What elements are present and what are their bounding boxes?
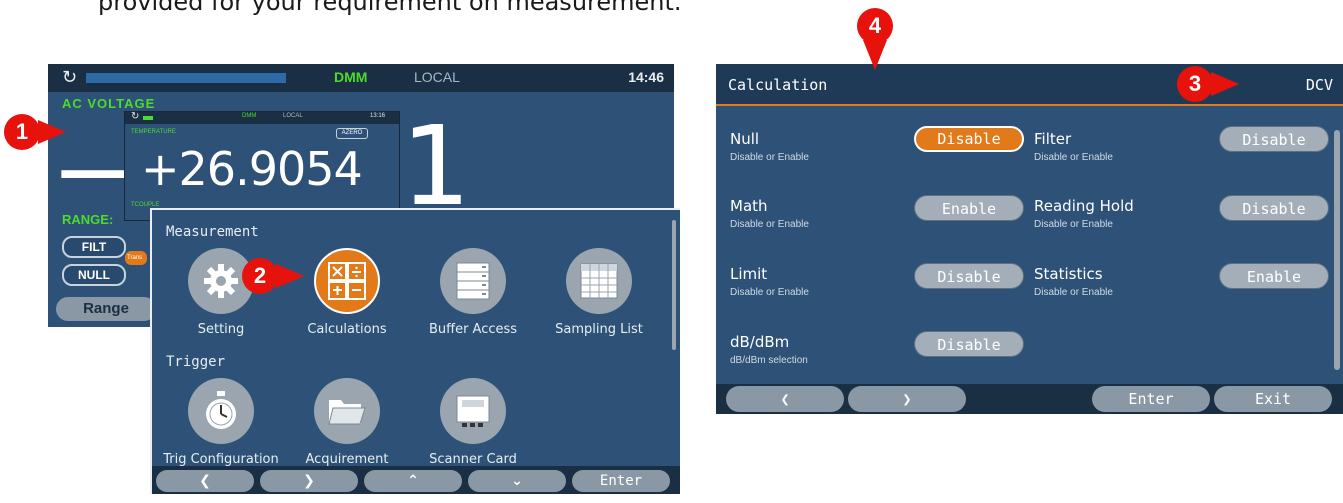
menu-item-label: Scanner Card bbox=[429, 452, 517, 467]
exit-button[interactable]: Exit bbox=[1214, 386, 1332, 412]
inset-temperature-screen: ↻ DMM LOCAL 13:16 TEMPERATURE AZERO +26.… bbox=[124, 111, 400, 221]
function-indicator: DCV bbox=[1305, 76, 1333, 94]
dmm-status-bar: ↻ DMM LOCAL 14:46 bbox=[48, 64, 674, 92]
azero-badge: AZERO bbox=[336, 128, 368, 139]
location-label: LOCAL bbox=[414, 69, 460, 85]
trans-tab[interactable]: Trans bbox=[125, 251, 147, 265]
db-dbm-desc: dB/dBm selection bbox=[730, 355, 808, 366]
menu-item-label: Sampling List bbox=[555, 322, 643, 337]
refresh-icon: ↻ bbox=[131, 111, 140, 122]
db-dbm-toggle-button[interactable]: Disable bbox=[914, 331, 1024, 357]
math-toggle-button[interactable]: Enable bbox=[914, 195, 1024, 221]
db-dbm-label: dB/dBm bbox=[730, 333, 790, 351]
math-desc: Disable or Enable bbox=[730, 219, 809, 230]
grid-icon bbox=[566, 248, 632, 314]
menu-item-label: Trig Configuration bbox=[163, 452, 279, 467]
menu-item-label: Acquirement bbox=[305, 452, 389, 467]
refresh-icon[interactable]: ↻ bbox=[62, 67, 77, 88]
filter-label: Filter bbox=[1034, 130, 1072, 148]
progress-bar bbox=[143, 116, 153, 120]
temperature-reading: +26.9054 bbox=[141, 142, 363, 196]
reading-hold-toggle-button[interactable]: Disable bbox=[1219, 195, 1329, 221]
range-button[interactable]: Range bbox=[56, 297, 156, 321]
callout-pointer-1 bbox=[38, 120, 66, 144]
statistics-label: Statistics bbox=[1034, 265, 1103, 283]
right-arrow-button[interactable]: ❯ bbox=[260, 470, 358, 492]
enter-button[interactable]: Enter bbox=[1092, 386, 1210, 412]
callout-marker-2: 2 bbox=[242, 258, 278, 294]
menu-item-sampling-list[interactable]: Sampling List bbox=[540, 248, 658, 337]
main-menu: Measurement Setting Calculations Buffer … bbox=[150, 208, 680, 494]
null-toggle-button[interactable]: Disable bbox=[914, 126, 1024, 152]
statistics-toggle-button[interactable]: Enable bbox=[1219, 263, 1329, 289]
menu-item-label: Calculations bbox=[307, 322, 387, 337]
up-arrow-button[interactable]: ⌃ bbox=[364, 470, 462, 492]
filt-button[interactable]: FILT bbox=[62, 236, 126, 258]
location-label: LOCAL bbox=[283, 113, 303, 119]
null-button[interactable]: NULL bbox=[62, 264, 126, 286]
reading-hold-label: Reading Hold bbox=[1034, 197, 1134, 215]
filter-toggle-button[interactable]: Disable bbox=[1219, 126, 1329, 152]
menu-item-trig-configuration[interactable]: Trig Configuration bbox=[162, 378, 280, 467]
progress-bar bbox=[86, 73, 286, 83]
limit-label: Limit bbox=[730, 265, 768, 283]
callout-marker-3: 3 bbox=[1177, 66, 1213, 102]
next-button[interactable]: ❯ bbox=[848, 386, 966, 412]
range-label: RANGE: bbox=[62, 212, 114, 227]
menu-scrollbar[interactable] bbox=[672, 220, 676, 350]
mode-label: DMM bbox=[334, 69, 368, 85]
statistics-desc: Disable or Enable bbox=[1034, 287, 1113, 298]
prev-button[interactable]: ❮ bbox=[726, 386, 844, 412]
limit-toggle-button[interactable]: Disable bbox=[914, 263, 1024, 289]
menu-item-label: Buffer Access bbox=[428, 322, 518, 337]
filter-desc: Disable or Enable bbox=[1034, 152, 1113, 163]
section-trigger-title: Trigger bbox=[166, 354, 226, 370]
callout-marker-4: 4 bbox=[857, 8, 893, 44]
clock-label: 13:16 bbox=[369, 113, 385, 119]
left-arrow-button[interactable]: ❮ bbox=[156, 470, 254, 492]
math-label: Math bbox=[730, 197, 768, 215]
menu-item-acquirement[interactable]: Acquirement bbox=[288, 378, 406, 467]
calculation-nav-bar: ❮ ❯ Enter Exit bbox=[716, 384, 1343, 414]
limit-desc: Disable or Enable bbox=[730, 287, 809, 298]
calculator-icon bbox=[314, 248, 380, 314]
menu-item-scanner-card[interactable]: Scanner Card bbox=[414, 378, 532, 467]
section-measurement-title: Measurement bbox=[166, 224, 259, 240]
callout-pointer-2 bbox=[276, 264, 304, 288]
callout-pointer-4 bbox=[863, 40, 887, 70]
buffer-icon bbox=[440, 248, 506, 314]
calculation-scrollbar[interactable] bbox=[1334, 130, 1340, 370]
null-label: Null bbox=[730, 130, 760, 148]
reading-hold-desc: Disable or Enable bbox=[1034, 219, 1113, 230]
enter-button[interactable]: Enter bbox=[572, 470, 670, 492]
calculation-header: Calculation DCV bbox=[716, 64, 1343, 106]
down-arrow-button[interactable]: ⌄ bbox=[468, 470, 566, 492]
inset-status-bar: ↻ DMM LOCAL 13:16 bbox=[125, 112, 399, 124]
menu-nav-bar: ❮ ❯ ⌃ ⌄ Enter bbox=[152, 466, 680, 494]
menu-item-label: Setting bbox=[197, 322, 245, 337]
menu-item-buffer-access[interactable]: Buffer Access bbox=[414, 248, 532, 337]
calculation-panel: Calculation DCV Null Disable or Enable D… bbox=[716, 64, 1343, 414]
caption-text: provided for your requirement on measure… bbox=[98, 0, 682, 16]
callout-pointer-3 bbox=[1211, 72, 1239, 96]
function-label: TEMPERATURE bbox=[131, 129, 176, 135]
mode-label: DMM bbox=[242, 113, 257, 119]
null-desc: Disable or Enable bbox=[730, 152, 809, 163]
folder-icon bbox=[314, 378, 380, 444]
page-title: Calculation bbox=[728, 76, 828, 94]
menu-item-calculations[interactable]: Calculations bbox=[288, 248, 406, 337]
scanner-card-icon bbox=[440, 378, 506, 444]
stopwatch-icon bbox=[188, 378, 254, 444]
callout-marker-1: 1 bbox=[4, 114, 40, 150]
clock-label: 14:46 bbox=[628, 69, 664, 85]
